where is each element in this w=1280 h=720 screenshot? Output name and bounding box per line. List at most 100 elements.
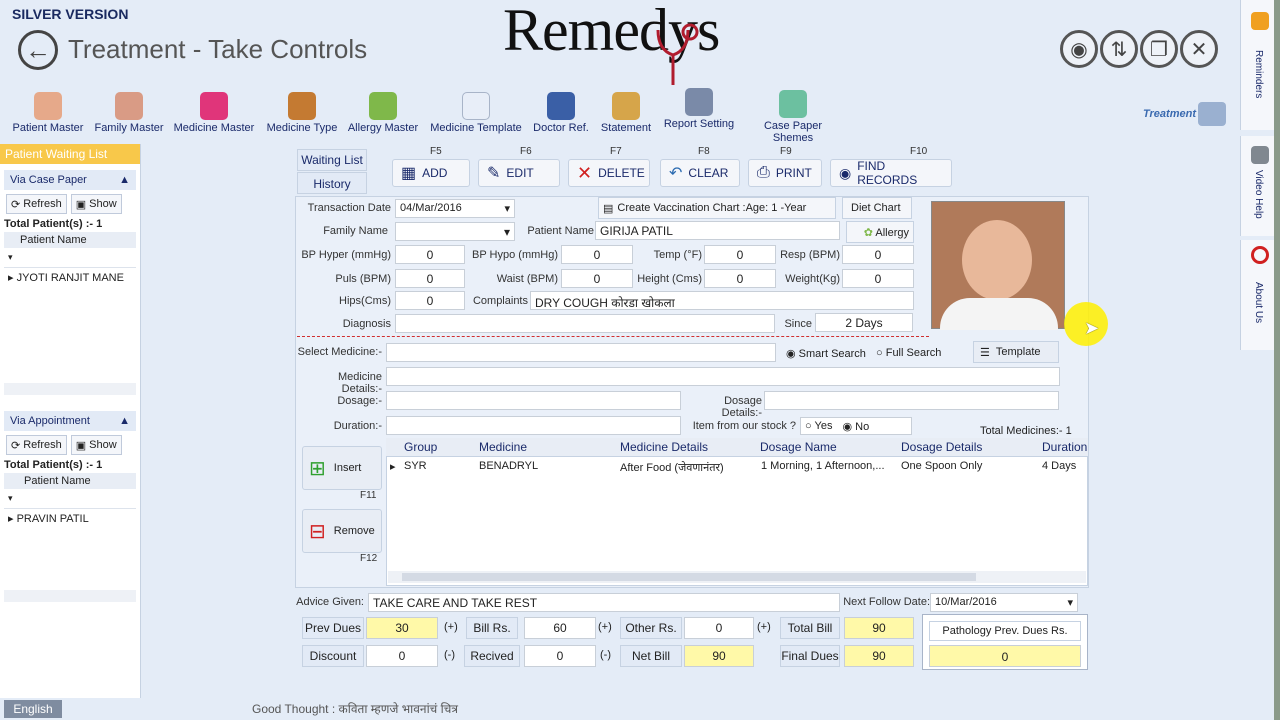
temp-field[interactable]: 0: [704, 245, 776, 264]
refresh-icon: ⟳: [11, 439, 21, 452]
dosage-field[interactable]: [386, 391, 681, 410]
via-appointment-group[interactable]: Via Appointment ▲: [4, 411, 136, 431]
refresh-button-case[interactable]: ⟳ Refresh: [6, 194, 67, 214]
via-case-paper-group[interactable]: Via Case Paper ▲: [4, 170, 136, 190]
template-button[interactable]: ☰ Template: [973, 341, 1059, 363]
advice-field[interactable]: TAKE CARE AND TAKE REST: [368, 593, 840, 612]
vaccination-chart-button[interactable]: ▤ Create Vaccination Chart :Age: 1 -Year: [598, 197, 836, 219]
stock-no-radio[interactable]: ◉ No: [842, 420, 869, 433]
stethoscope-icon: [656, 23, 699, 85]
delete-button[interactable]: ✕ DELETE: [568, 159, 650, 187]
discount-field[interactable]: 0: [366, 645, 438, 667]
list-item[interactable]: ▸ JYOTI RANJIT MANE: [4, 268, 136, 287]
since-field[interactable]: 2 Days: [815, 313, 913, 332]
toolbar-statement[interactable]: Statement: [598, 88, 654, 144]
recived-field[interactable]: 0: [524, 645, 596, 667]
tab-waiting-list[interactable]: Waiting List: [297, 149, 367, 171]
diet-chart-button[interactable]: Diet Chart: [842, 197, 912, 219]
diagnosis-label: Diagnosis: [342, 318, 391, 330]
radio-selected-icon: ◉: [842, 421, 853, 433]
bill-field[interactable]: 60: [524, 617, 596, 639]
refresh-button-appt[interactable]: ⟳ Refresh: [6, 435, 67, 455]
family-name-select[interactable]: ▾: [395, 222, 515, 241]
medicine-details-field[interactable]: [386, 367, 1060, 386]
pathology-box: Pathology Prev. Dues Rs. 0: [922, 614, 1088, 670]
stock-yes-radio[interactable]: ○ Yes: [805, 420, 832, 432]
print-key: F9: [780, 146, 792, 157]
puls-field[interactable]: 0: [395, 269, 465, 288]
table-row[interactable]: ▸ SYR BENADRYL After Food (जेवणानंतर) 1 …: [386, 458, 1088, 477]
select-medicine-field[interactable]: [386, 343, 776, 362]
camera-button[interactable]: ◉: [1060, 30, 1098, 68]
toolbar-medicine-template[interactable]: Medicine Template: [429, 88, 523, 144]
up-down-arrows-icon: ⇅: [1110, 38, 1128, 61]
full-search-radio[interactable]: ○ Full Search: [876, 347, 941, 359]
toolbar-doctor-ref[interactable]: Doctor Ref.: [531, 88, 591, 144]
print-button[interactable]: ⎙ PRINT: [748, 159, 822, 187]
window-edge: [1274, 0, 1280, 720]
toolbar-medicine-master[interactable]: Medicine Master: [172, 88, 256, 144]
resp-label: Resp (BPM): [780, 249, 840, 261]
clear-button[interactable]: ↶ CLEAR: [660, 159, 740, 187]
close-button[interactable]: ✕: [1180, 30, 1218, 68]
video-help-tab[interactable]: Video Help: [1240, 136, 1278, 236]
duration-field[interactable]: [386, 416, 681, 435]
hips-field[interactable]: 0: [395, 291, 465, 310]
resp-field[interactable]: 0: [842, 245, 914, 264]
list-item[interactable]: ▸ PRAVIN PATIL: [4, 509, 136, 528]
sort-button[interactable]: ⇅: [1100, 30, 1138, 68]
toolbar-patient-master[interactable]: Patient Master: [12, 88, 84, 144]
toolbar-report-setting[interactable]: Report Setting: [661, 84, 737, 140]
height-field[interactable]: 0: [704, 269, 776, 288]
radio-empty-icon: ○: [876, 347, 883, 359]
filter-row[interactable]: ▾: [4, 489, 136, 509]
bp-hyper-field[interactable]: 0: [395, 245, 465, 264]
toolbar-medicine-type[interactable]: Medicine Type: [266, 88, 338, 144]
show-button-case[interactable]: ▣ Show: [70, 194, 122, 214]
restore-button[interactable]: ❐: [1140, 30, 1178, 68]
row-pointer-icon: ▸: [8, 513, 14, 525]
dosage-details-field[interactable]: [764, 391, 1059, 410]
remove-document-icon: ⊟: [309, 520, 326, 543]
final-dues-label: Final Dues: [780, 645, 840, 667]
bp-hypo-field[interactable]: 0: [561, 245, 633, 264]
patient-name-field[interactable]: GIRIJA PATIL: [595, 221, 840, 240]
horizontal-scrollbar[interactable]: [4, 383, 136, 395]
main-toolbar: Patient Master Family Master Medicine Ma…: [0, 88, 1240, 144]
col-medicine-details: Medicine Details: [620, 440, 709, 454]
horizontal-scrollbar[interactable]: [4, 590, 136, 602]
diagnosis-field[interactable]: [395, 314, 775, 333]
smart-search-radio[interactable]: ◉ Smart Search: [786, 347, 866, 360]
remove-button[interactable]: ⊟ Remove: [302, 509, 382, 553]
edit-icon: ✎: [487, 165, 501, 182]
delete-key: F7: [610, 146, 622, 157]
language-button[interactable]: English: [4, 700, 62, 718]
toolbar-case-paper-schemes[interactable]: Case Paper Shemes: [744, 86, 842, 144]
toolbar-allergy-master[interactable]: Allergy Master: [347, 88, 419, 144]
bp-hyper-label: BP Hyper (mmHg): [301, 249, 391, 261]
transaction-date-field[interactable]: 04/Mar/2016 ▾: [395, 199, 515, 218]
other-field[interactable]: 0: [684, 617, 754, 639]
prev-dues-label: Prev Dues: [302, 617, 364, 639]
tab-history[interactable]: History: [297, 172, 367, 194]
next-follow-date-field[interactable]: 10/Mar/2016 ▾: [930, 593, 1078, 612]
reminders-tab[interactable]: Reminders: [1240, 0, 1278, 130]
toolbar-family-master[interactable]: Family Master: [94, 88, 164, 144]
find-records-button[interactable]: ◉ FIND RECORDS: [830, 159, 952, 187]
show-button-appt[interactable]: ▣ Show: [70, 435, 122, 455]
add-button[interactable]: ▦ ADD: [392, 159, 470, 187]
grid-horizontal-scrollbar[interactable]: [388, 571, 1086, 583]
allergy-button[interactable]: ✿ Allergy: [846, 221, 914, 243]
filter-row[interactable]: ▾: [4, 248, 136, 268]
insert-button[interactable]: ⊞ Insert: [302, 446, 382, 490]
waist-field[interactable]: 0: [561, 269, 633, 288]
other-label: Other Rs.: [620, 617, 682, 639]
back-button[interactable]: ←: [18, 30, 58, 70]
about-us-tab[interactable]: About Us: [1240, 240, 1278, 350]
complaints-field[interactable]: DRY COUGH कोरडा खोकला: [530, 291, 914, 310]
statement-icon: [612, 92, 640, 120]
weight-field[interactable]: 0: [842, 269, 914, 288]
stock-label: Item from our stock ?: [692, 420, 796, 432]
total-medicines: Total Medicines:- 1: [980, 425, 1072, 437]
edit-button[interactable]: ✎ EDIT: [478, 159, 560, 187]
